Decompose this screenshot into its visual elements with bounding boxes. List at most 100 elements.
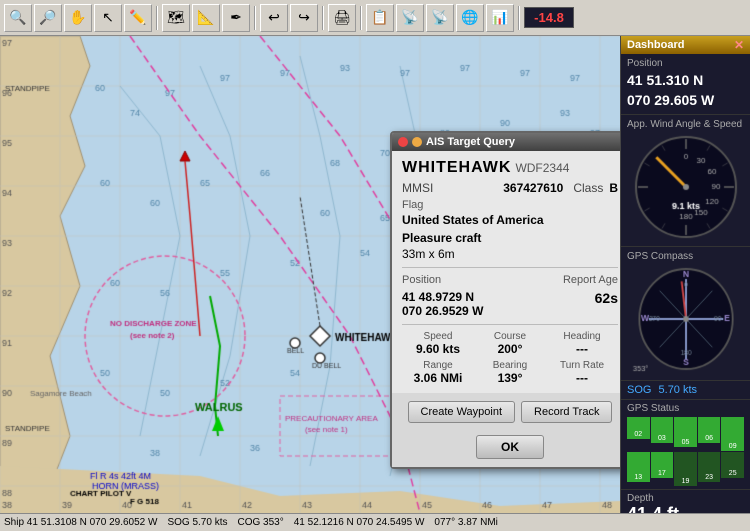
range-bearing-turn: Range Bearing Turn Rate <box>402 360 618 371</box>
zoom-in-button[interactable]: 🔍 <box>4 4 32 32</box>
main-area: AIS Target Query WHITEHAWK WDF2344 MMSI … <box>0 36 750 531</box>
close-dot[interactable] <box>398 137 408 147</box>
gps-compass-section: GPS Compass <box>621 247 750 381</box>
status-bar: Ship 41 51.3108 N 070 29.6052 W SOG 5.70… <box>0 513 750 531</box>
speed-display: -14.8 <box>524 7 574 28</box>
separator-3 <box>322 6 324 30</box>
redo-button[interactable]: ↪ <box>290 4 318 32</box>
wind-gauge-canvas <box>627 132 745 242</box>
report-age-label: Report Age <box>510 274 618 286</box>
pos-label: Position <box>402 274 510 286</box>
sog-section: SOG 5.70 kts <box>621 381 750 400</box>
gps-status-section: GPS Status 02030506091317192325 <box>621 400 750 490</box>
vessel-name: WHITEHAWK <box>402 159 511 177</box>
dashboard-title: Dashboard <box>627 39 684 51</box>
chart-area[interactable]: AIS Target Query WHITEHAWK WDF2344 MMSI … <box>0 36 620 531</box>
popup-title: AIS Target Query <box>426 136 515 148</box>
ais-button[interactable]: 📡 <box>396 4 424 32</box>
pan-button[interactable]: ✋ <box>64 4 92 32</box>
compass-canvas <box>631 264 741 374</box>
position-values: 41 48.9729 N 070 26.9529 W 62s <box>402 290 618 318</box>
status-cog: COG 353° <box>237 517 283 528</box>
course-label: Course <box>474 331 546 342</box>
speed-course-heading-values: 9.60 kts 200° --- <box>402 342 618 356</box>
range-bearing-turn-values: 3.06 NMi 139° --- <box>402 371 618 385</box>
pencil-button[interactable]: ✏️ <box>124 4 152 32</box>
popup-ok-row: OK <box>392 431 620 467</box>
chart-button[interactable]: 📊 <box>486 4 514 32</box>
map-button[interactable]: 🗺 <box>162 4 190 32</box>
zoom-out-button[interactable]: 🔎 <box>34 4 62 32</box>
undo-button[interactable]: ↩ <box>260 4 288 32</box>
bearing-value: 139° <box>474 371 546 385</box>
sog-value: 5.70 kts <box>659 384 698 396</box>
speed-course-heading: Speed Course Heading <box>402 331 618 342</box>
status-sog: SOG 5.70 kts <box>167 517 227 528</box>
mmsi-row: MMSI 367427610 Class B <box>402 181 618 195</box>
bearing-label: Bearing <box>474 360 546 371</box>
pos-lat: 41 48.9729 N <box>402 290 510 304</box>
ok-button[interactable]: OK <box>476 435 544 459</box>
mmsi-label: MMSI <box>402 181 433 195</box>
heading-label: Heading <box>546 331 618 342</box>
gps-bar-grid: 02030506091317192325 <box>627 417 744 486</box>
separator-1 <box>156 6 158 30</box>
position-lon: 070 29.605 W <box>627 91 744 111</box>
cursor-position: 41 52.1216 N 070 24.5495 W <box>294 517 425 528</box>
create-waypoint-button[interactable]: Create Waypoint <box>408 401 516 423</box>
course-value: 200° <box>474 342 546 356</box>
vessel-id: WDF2344 <box>515 161 569 175</box>
dashboard-panel: Dashboard ✕ Position 41 51.310 N 070 29.… <box>620 36 750 531</box>
flag-value: United States of America <box>402 213 618 227</box>
wind-title: App. Wind Angle & Speed <box>627 119 744 130</box>
depth-label: Depth <box>627 493 744 504</box>
ais-target-popup: AIS Target Query WHITEHAWK WDF2344 MMSI … <box>390 131 620 469</box>
pos-lon: 070 26.9529 W <box>402 304 510 318</box>
gps-status-title: GPS Status <box>627 403 744 414</box>
speed-label: Speed <box>402 331 474 342</box>
status-bearing: 077° 3.87 NMi <box>434 517 497 528</box>
flag-label: Flag <box>402 199 618 211</box>
separator-2 <box>254 6 256 30</box>
print-button[interactable]: 🖨 <box>328 4 356 32</box>
position-coords: 41 48.9729 N 070 26.9529 W <box>402 290 510 318</box>
cursor-button[interactable]: ↖ <box>94 4 122 32</box>
separator-5 <box>518 6 520 30</box>
draw-button[interactable]: ✒ <box>222 4 250 32</box>
position-lat: 41 51.310 N <box>627 71 744 91</box>
popup-body: WHITEHAWK WDF2344 MMSI 367427610 Class B… <box>392 151 620 393</box>
gps-button[interactable]: 📡 <box>426 4 454 32</box>
position-section: Position 41 51.310 N 070 29.605 W <box>621 54 750 115</box>
range-value: 3.06 NMi <box>402 371 474 385</box>
minimize-dot[interactable] <box>412 137 422 147</box>
dashboard-header: Dashboard ✕ <box>621 36 750 54</box>
gps-compass-title: GPS Compass <box>627 251 744 262</box>
turn-label: Turn Rate <box>546 360 618 371</box>
position-row: Position Report Age <box>402 274 618 286</box>
measure-button[interactable]: 📐 <box>192 4 220 32</box>
popup-titlebar: AIS Target Query <box>392 133 620 151</box>
class-label: Class <box>573 181 603 195</box>
globe-button[interactable]: 🌐 <box>456 4 484 32</box>
vessel-size: 33m x 6m <box>402 247 618 261</box>
class-value: B <box>609 181 618 195</box>
report-age-value: 62s <box>510 290 618 318</box>
separator-4 <box>360 6 362 30</box>
position-title: Position <box>627 58 744 69</box>
sog-label: SOG <box>627 384 651 396</box>
divider-2 <box>402 324 618 325</box>
toolbar: 🔍 🔎 ✋ ↖ ✏️ 🗺 📐 ✒ ↩ ↪ 🖨 📋 📡 📡 🌐 📊 -14.8 <box>0 0 750 36</box>
dashboard-close[interactable]: ✕ <box>734 38 744 52</box>
mmsi-value: 367427610 <box>433 181 563 195</box>
popup-action-buttons: Create Waypoint Record Track <box>392 393 620 431</box>
wind-section: App. Wind Angle & Speed <box>621 115 750 247</box>
ship-position: Ship 41 51.3108 N 070 29.6052 W <box>4 517 157 528</box>
layers-button[interactable]: 📋 <box>366 4 394 32</box>
record-track-button[interactable]: Record Track <box>521 401 612 423</box>
range-label: Range <box>402 360 474 371</box>
divider-1 <box>402 267 618 268</box>
vessel-type: Pleasure craft <box>402 231 618 245</box>
speed-value: 9.60 kts <box>402 342 474 356</box>
heading-value: --- <box>546 342 618 356</box>
turn-value: --- <box>546 371 618 385</box>
